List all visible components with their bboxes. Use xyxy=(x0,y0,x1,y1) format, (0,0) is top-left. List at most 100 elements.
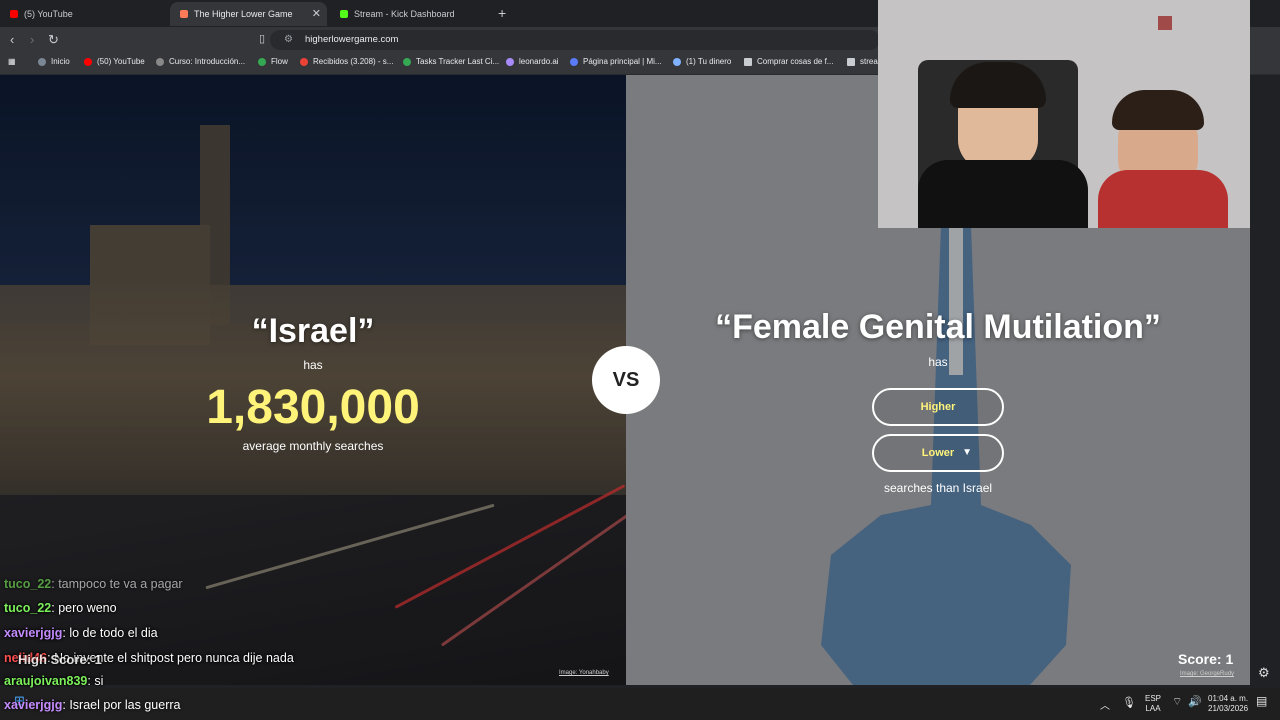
chat-username: xavierjgjg xyxy=(4,626,63,640)
settings-gear-icon[interactable]: ⚙ xyxy=(1258,665,1270,681)
tab-youtube[interactable]: (5) YouTube xyxy=(0,2,170,26)
clock[interactable]: 01:04 a. m. 21/03/2026 xyxy=(1208,694,1248,714)
bookmark-icon[interactable]: ▯ xyxy=(259,32,265,45)
score: Score: 1 xyxy=(1178,651,1234,667)
left-image-credit[interactable]: Image: Yonahbaby xyxy=(559,670,609,676)
keyboard-layout: LAA xyxy=(1145,704,1161,713)
bookmark-favicon xyxy=(506,57,514,66)
kick-icon xyxy=(340,10,348,18)
folder-icon xyxy=(744,57,752,66)
bookmark-item[interactable]: leonardo.ai xyxy=(506,57,559,66)
lower-button[interactable]: Lower ▼ xyxy=(872,434,1004,472)
volume-icon[interactable]: 🔊 xyxy=(1188,695,1202,708)
right-caption: searches than Israel xyxy=(883,481,993,495)
bookmark-label: strea xyxy=(860,57,878,66)
bookmark-favicon xyxy=(84,57,92,66)
bookmark-label: leonardo.ai xyxy=(519,57,559,66)
bookmark-label: Inicio xyxy=(51,57,70,66)
forward-icon[interactable]: › xyxy=(30,32,34,47)
down-arrow-icon: ▼ xyxy=(962,447,972,458)
right-has-label: has xyxy=(928,355,948,369)
chat-text: lo de todo el dia xyxy=(69,626,158,640)
bookmark-favicon xyxy=(258,57,266,66)
youtube-icon xyxy=(10,10,18,18)
bookmark-favicon xyxy=(300,57,308,66)
microphone-icon[interactable]: 🎙 xyxy=(1122,696,1136,709)
bookmark-label: Página principal | Mi... xyxy=(583,57,662,66)
chat-text: si xyxy=(94,674,104,688)
left-term-title: “Israel” xyxy=(251,312,375,350)
bookmark-label: (50) YouTube xyxy=(97,57,145,66)
chat-message: tuco_22: pero weno xyxy=(4,601,117,615)
bookmark-item[interactable]: Inicio xyxy=(38,57,70,66)
tray-chevron-icon[interactable]: ︿ xyxy=(1100,697,1110,712)
chat-username: xavierjgjg xyxy=(4,698,63,712)
chat-username: tuco_22 xyxy=(4,577,52,591)
tab-label: Stream - Kick Dashboard xyxy=(354,9,455,19)
lower-button-label: Lower xyxy=(921,447,955,459)
left-search-count: 1,830,000 xyxy=(206,381,420,434)
back-icon[interactable]: ‹ xyxy=(10,32,14,47)
bookmark-item[interactable]: (1) Tu dinero xyxy=(673,57,731,66)
notifications-icon[interactable]: ▤ xyxy=(1256,694,1267,708)
chat-message: tuco_22: tampoco te va a pagar xyxy=(4,577,183,591)
wifi-icon[interactable]: ⌔ xyxy=(1172,695,1182,709)
second-person-shirt-image xyxy=(1098,170,1228,228)
bookmark-favicon xyxy=(673,57,681,66)
tab-kick-dashboard[interactable]: Stream - Kick Dashboard xyxy=(330,2,495,26)
wall-decoration-image xyxy=(1158,16,1172,30)
folder-icon xyxy=(847,57,855,66)
tab-label: (5) YouTube xyxy=(24,9,73,19)
new-tab-button[interactable]: + xyxy=(498,5,506,21)
bookmark-label: Comprar cosas de f... xyxy=(757,57,834,66)
bookmark-item[interactable]: (50) YouTube xyxy=(84,57,145,66)
higher-button-label: Higher xyxy=(920,401,956,413)
url-text: higherlowergame.com xyxy=(305,34,399,45)
bookmark-item[interactable]: Tasks Tracker Last Ci... xyxy=(403,57,499,66)
webcam-overlay xyxy=(878,0,1250,228)
vs-badge: VS xyxy=(592,346,660,414)
person-shirt-image xyxy=(918,160,1088,228)
right-image-credit[interactable]: Image: GeorgeRudy xyxy=(1180,671,1234,677)
tab-higher-lower-game[interactable]: The Higher Lower Game ✕ xyxy=(170,2,327,26)
chat-message: xavierjgjg: Israel por las guerra xyxy=(4,698,181,712)
clock-time: 01:04 a. m. xyxy=(1208,694,1249,703)
bookmark-item[interactable]: Curso: Introducción... xyxy=(156,57,245,66)
bookmark-item[interactable]: strea xyxy=(847,57,878,66)
url-input[interactable]: ⚙ higherlowergame.com xyxy=(270,30,880,50)
bookmark-label: Tasks Tracker Last Ci... xyxy=(416,57,500,66)
left-caption: average monthly searches xyxy=(242,439,384,453)
chat-message: xavierjgjg: lo de todo el dia xyxy=(4,626,158,640)
chat-username: tuco_22 xyxy=(4,601,52,615)
higher-button[interactable]: Higher xyxy=(872,388,1004,426)
second-person-hair-image xyxy=(1112,90,1204,130)
language-indicator[interactable]: ESP LAA xyxy=(1145,694,1161,714)
bookmark-favicon xyxy=(403,57,411,66)
left-has-label: has xyxy=(303,358,323,372)
bookmark-favicon xyxy=(156,57,164,66)
windows-taskbar: ⊞ ︿ 🎙 ESP LAA ⌔ 🔊 01:04 a. m. 21/03/2026… xyxy=(0,688,1280,720)
bookmark-item[interactable]: Comprar cosas de f... xyxy=(744,57,833,66)
reload-icon[interactable]: ↻ xyxy=(48,32,59,48)
bookmark-item[interactable]: Flow xyxy=(258,57,288,66)
chat-message: araujoivan839: si xyxy=(4,674,104,688)
chat-text: pero weno xyxy=(58,601,117,615)
close-tab-icon[interactable]: ✕ xyxy=(312,7,321,20)
bookmark-favicon xyxy=(38,57,46,66)
chat-text: tampoco te va a pagar xyxy=(58,577,183,591)
right-term-title: “Female Genital Mutilation” xyxy=(715,308,1161,346)
bookmark-label: (1) Tu dinero xyxy=(686,57,732,66)
apps-grid-icon[interactable]: ▦ xyxy=(8,57,16,66)
bookmark-label: Flow xyxy=(271,57,288,66)
bookmark-label: Recibidos (3.208) - s... xyxy=(313,57,394,66)
high-score: High Score: 1 xyxy=(18,652,102,667)
language-code: ESP xyxy=(1145,694,1162,703)
site-info-icon[interactable]: ⚙ xyxy=(284,30,293,50)
bookmark-item[interactable]: Recibidos (3.208) - s... xyxy=(300,57,393,66)
game-icon xyxy=(180,10,188,18)
chat-username: araujoivan839 xyxy=(4,674,88,688)
chat-text: Israel por las guerra xyxy=(69,698,181,712)
bookmark-favicon xyxy=(570,57,578,66)
tab-label: The Higher Lower Game xyxy=(194,9,293,19)
bookmark-item[interactable]: Página principal | Mi... xyxy=(570,57,662,66)
